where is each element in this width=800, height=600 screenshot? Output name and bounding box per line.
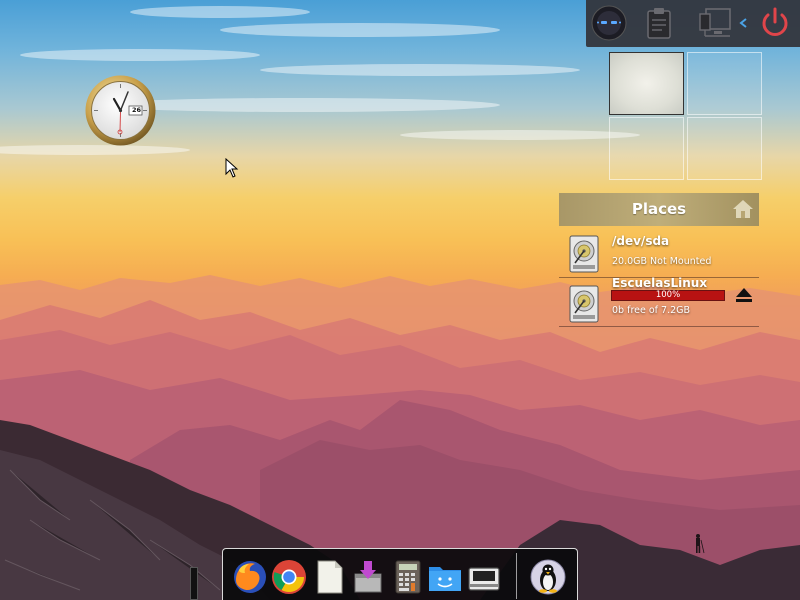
eject-icon[interactable] xyxy=(735,287,753,303)
place-subtitle: 0b free of 7.2GB xyxy=(612,305,691,316)
workspace-pager xyxy=(609,52,763,180)
tux-icon[interactable] xyxy=(529,558,567,596)
places-title: Places xyxy=(631,200,687,218)
places-header: Places xyxy=(559,193,759,226)
disk-usage-label: 100% xyxy=(655,290,681,300)
clipboard-icon[interactable] xyxy=(640,4,678,42)
place-item-escuelaslinux[interactable]: EscuelasLinux 100% 0b free of 7.2GB xyxy=(559,276,759,327)
analog-clock-widget[interactable]: 26 xyxy=(84,74,157,147)
hard-drive-icon xyxy=(569,235,599,273)
top-right-panel xyxy=(586,0,800,47)
clock-date-label: 26 xyxy=(131,106,142,114)
power-icon[interactable] xyxy=(756,4,794,42)
workspace-1[interactable] xyxy=(609,52,684,115)
package-installer-icon[interactable] xyxy=(349,558,387,596)
mouse-cursor-icon xyxy=(225,157,239,178)
firefox-icon[interactable] xyxy=(231,558,269,596)
network-wired-icon[interactable] xyxy=(696,4,734,42)
place-item-dev-sda[interactable]: /dev/sda 20.0GB Not Mounted xyxy=(559,229,759,277)
clock-face-icon xyxy=(85,75,156,146)
chevron-left-icon[interactable] xyxy=(736,4,750,42)
workspace-4[interactable] xyxy=(687,117,762,180)
place-title: EscuelasLinux xyxy=(612,276,708,290)
hard-drive-icon xyxy=(569,285,599,323)
workspace-3[interactable] xyxy=(609,117,684,180)
home-icon[interactable] xyxy=(731,197,755,221)
divider xyxy=(559,326,759,327)
disk-usage-bar: 100% xyxy=(611,290,725,301)
panel-stub xyxy=(190,567,198,600)
workspace-2[interactable] xyxy=(687,52,762,115)
application-dock xyxy=(222,548,578,600)
file-manager-icon[interactable] xyxy=(426,558,464,596)
place-subtitle: 20.0GB Not Mounted xyxy=(612,256,712,267)
chrome-icon[interactable] xyxy=(270,558,308,596)
dock-separator xyxy=(516,553,517,599)
user-avatar-icon[interactable] xyxy=(590,4,628,42)
scanner-icon[interactable] xyxy=(465,558,503,596)
places-widget: Places /dev/sda 20.0GB Not Mounted Escue… xyxy=(559,193,759,328)
calculator-icon[interactable] xyxy=(389,558,427,596)
text-document-icon[interactable] xyxy=(310,558,348,596)
place-title: /dev/sda xyxy=(612,234,670,248)
